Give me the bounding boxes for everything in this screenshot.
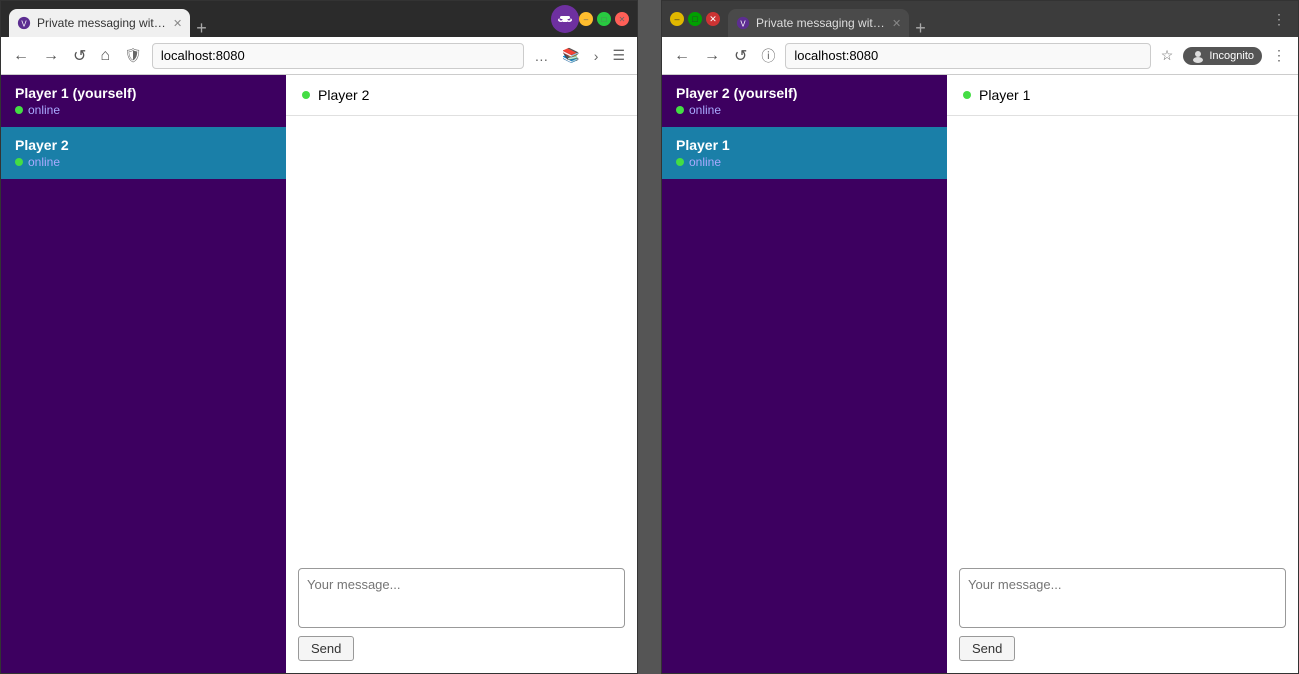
sidebar-item-player2-left[interactable]: Player 2 online <box>1 127 286 179</box>
chat-header-right: Player 1 <box>947 75 1298 116</box>
chrome-more-icon[interactable]: ⋮ <box>1268 45 1290 66</box>
close-btn-left[interactable]: ✕ <box>615 12 629 26</box>
player2-status-text-right: online <box>689 103 721 117</box>
privacy-icon-left <box>551 5 579 33</box>
sidebar-item-player2-right[interactable]: Player 2 (yourself) online <box>662 75 947 127</box>
menu-icon-left[interactable]: ☰ <box>608 45 629 66</box>
back-btn-left[interactable]: ← <box>9 45 33 67</box>
tab-favicon-left: V <box>17 16 31 30</box>
chat-area-right: Player 1 Send <box>947 75 1298 673</box>
incognito-label: Incognito <box>1209 50 1254 62</box>
title-bar-left: V Private messaging with S… ✕ + – □ ✕ <box>1 1 637 37</box>
bookmarks-icon-left[interactable]: 📚 <box>558 45 583 66</box>
tab-title-left: Private messaging with S… <box>37 16 167 30</box>
player1-name-right: Player 1 <box>676 137 933 153</box>
message-input-right[interactable] <box>959 568 1286 628</box>
chat-messages-right <box>947 116 1298 556</box>
more-btn-left[interactable]: … <box>530 46 552 66</box>
chat-header-name-right: Player 1 <box>979 87 1030 103</box>
svg-text:V: V <box>21 20 27 29</box>
incognito-icon <box>1191 49 1205 63</box>
maximize-btn-right[interactable]: □ <box>688 12 702 26</box>
sidebar-item-player1-left[interactable]: Player 1 (yourself) online <box>1 75 286 127</box>
home-btn-left[interactable]: ⌂ <box>96 45 114 67</box>
url-input-right[interactable] <box>785 43 1150 69</box>
player2-status-text-left: online <box>28 155 60 169</box>
reload-btn-left[interactable]: ↺ <box>69 44 90 68</box>
chat-input-area-right: Send <box>947 556 1298 673</box>
chat-header-name-left: Player 2 <box>318 87 369 103</box>
tab-close-right[interactable]: ✕ <box>892 17 901 30</box>
chat-area-left: Player 2 Send <box>286 75 637 673</box>
tab-close-left[interactable]: ✕ <box>173 17 182 30</box>
maximize-btn-left[interactable]: □ <box>597 12 611 26</box>
win-controls-left: – □ ✕ <box>579 12 629 26</box>
player1-status-right: online <box>676 155 933 169</box>
chat-input-area-left: Send <box>286 556 637 673</box>
tab-favicon-right: V <box>736 16 750 30</box>
chevron-icon-left[interactable]: › <box>590 46 603 66</box>
player1-status-left: online <box>15 103 272 117</box>
player1-status-dot-right <box>676 158 684 166</box>
address-bar-left: ← → ↺ ⌂ 🛡 … 📚 › ☰ <box>1 37 637 75</box>
chat-header-dot-left <box>302 91 310 99</box>
player1-status-text-left: online <box>28 103 60 117</box>
win-controls-right: – □ ✕ <box>670 12 720 26</box>
minimize-btn-left[interactable]: – <box>579 12 593 26</box>
bookmark-star-right[interactable]: ☆ <box>1157 45 1178 66</box>
chrome-window: – □ ✕ V Private messaging with S… ✕ + ⋮ … <box>661 0 1299 674</box>
close-btn-right[interactable]: ✕ <box>706 12 720 26</box>
info-icon-right: ⓘ <box>757 44 779 68</box>
tab-title-right: Private messaging with S… <box>756 16 886 30</box>
app-content-left: Player 1 (yourself) online Player 2 onli… <box>1 75 637 673</box>
message-input-left[interactable] <box>298 568 625 628</box>
chat-header-dot-right <box>963 91 971 99</box>
title-bar-right: – □ ✕ V Private messaging with S… ✕ + ⋮ <box>662 1 1298 37</box>
player2-status-right: online <box>676 103 933 117</box>
incognito-badge: Incognito <box>1183 47 1262 65</box>
sidebar-item-player1-right[interactable]: Player 1 online <box>662 127 947 179</box>
forward-btn-left[interactable]: → <box>39 45 63 67</box>
player2-name-left: Player 2 <box>15 137 272 153</box>
player1-status-dot-left <box>15 106 23 114</box>
sidebar-left: Player 1 (yourself) online Player 2 onli… <box>1 75 286 673</box>
tab-left[interactable]: V Private messaging with S… ✕ <box>9 9 190 37</box>
sidebar-right: Player 2 (yourself) online Player 1 onli… <box>662 75 947 673</box>
svg-text:V: V <box>740 20 746 29</box>
tab-area-left: V Private messaging with S… ✕ + <box>9 1 543 37</box>
chrome-menu-icon[interactable]: ⋮ <box>1268 9 1290 30</box>
chat-messages-left <box>286 116 637 556</box>
address-bar-right: ← → ↺ ⓘ ☆ Incognito ⋮ <box>662 37 1298 75</box>
new-tab-btn-left[interactable]: + <box>196 19 207 37</box>
shield-icon-left: 🛡 <box>120 45 146 66</box>
url-input-left[interactable] <box>152 43 524 69</box>
tab-right[interactable]: V Private messaging with S… ✕ <box>728 9 909 37</box>
player2-status-dot-left <box>15 158 23 166</box>
app-content-right: Player 2 (yourself) online Player 1 onli… <box>662 75 1298 673</box>
tab-area-right: V Private messaging with S… ✕ + <box>728 1 998 37</box>
minimize-btn-right[interactable]: – <box>670 12 684 26</box>
new-tab-btn-right[interactable]: + <box>915 19 926 37</box>
forward-btn-right[interactable]: → <box>700 45 724 67</box>
reload-btn-right[interactable]: ↺ <box>730 44 751 68</box>
send-btn-left[interactable]: Send <box>298 636 354 661</box>
chat-header-left: Player 2 <box>286 75 637 116</box>
back-btn-right[interactable]: ← <box>670 45 694 67</box>
player2-name-right: Player 2 (yourself) <box>676 85 933 101</box>
mask-icon <box>557 11 573 27</box>
player1-name-left: Player 1 (yourself) <box>15 85 272 101</box>
player2-status-dot-right <box>676 106 684 114</box>
firefox-window: V Private messaging with S… ✕ + – □ ✕ <box>0 0 638 674</box>
player1-status-text-right: online <box>689 155 721 169</box>
send-btn-right[interactable]: Send <box>959 636 1015 661</box>
player2-status-left: online <box>15 155 272 169</box>
